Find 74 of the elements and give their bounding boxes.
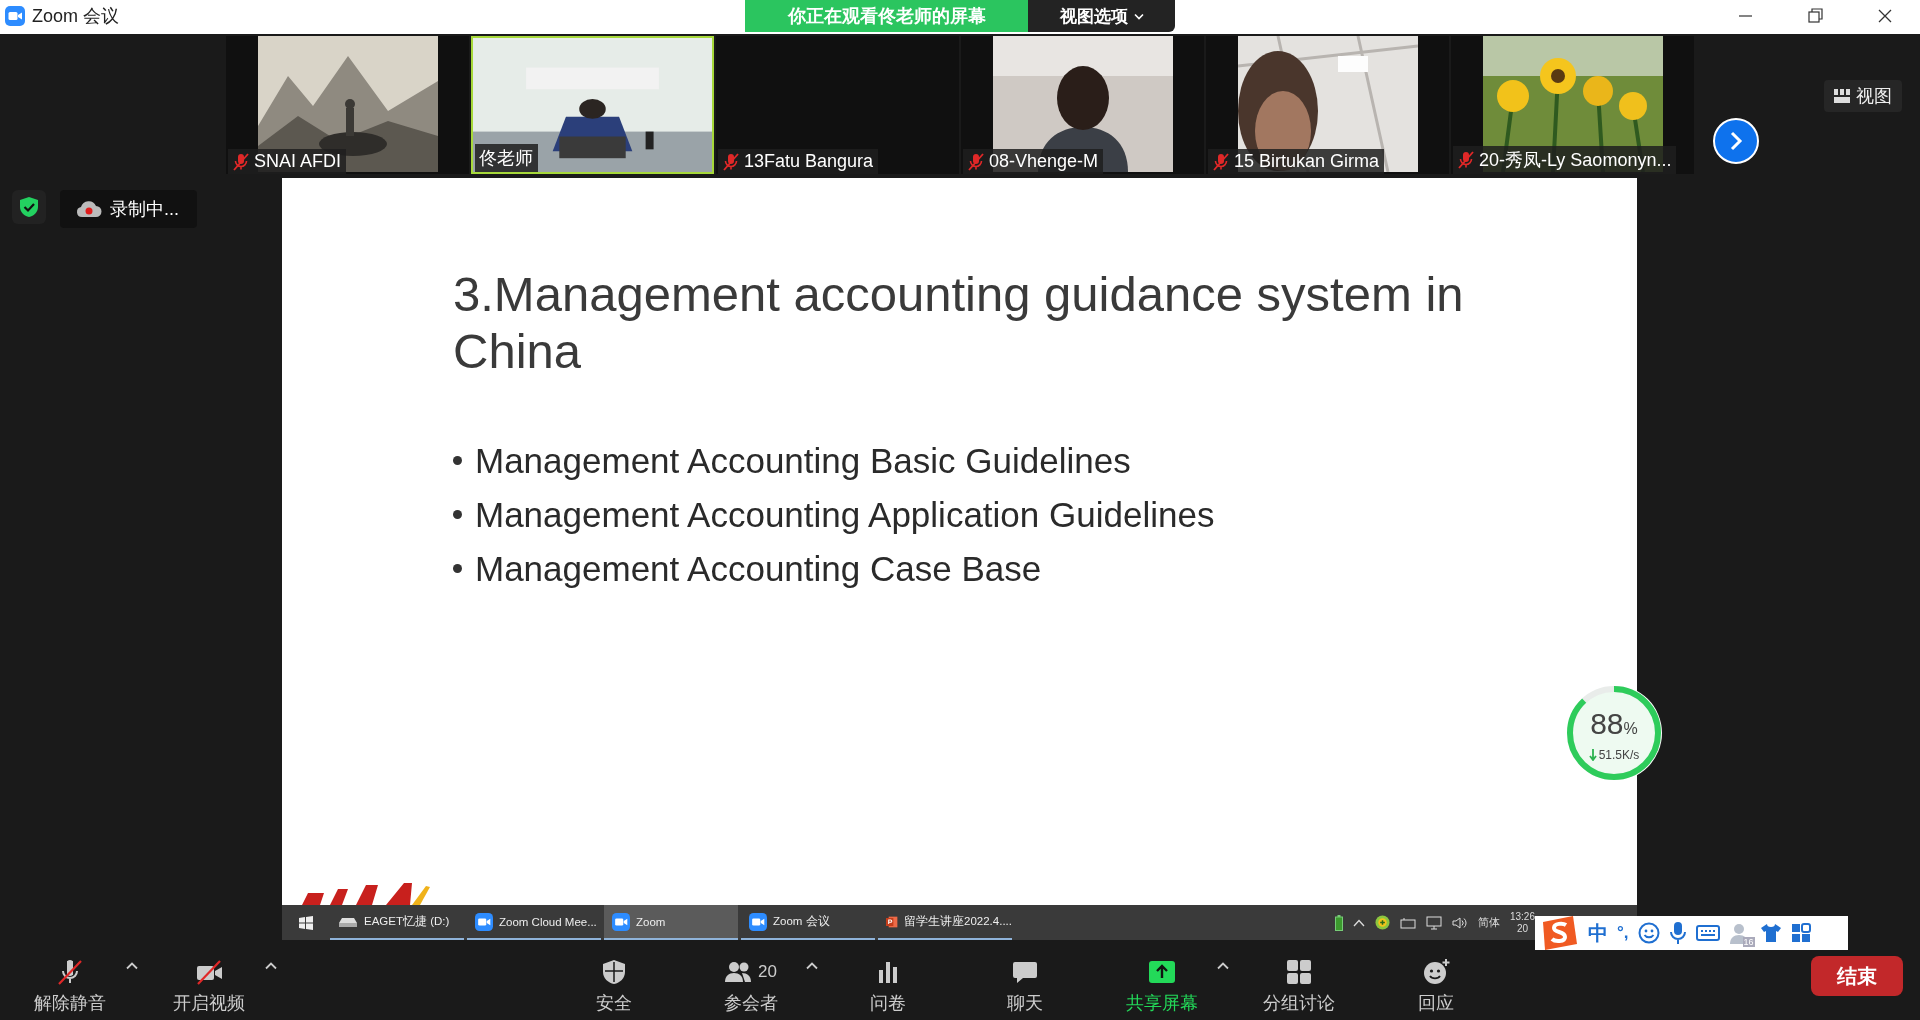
network-icon[interactable] — [1425, 915, 1442, 930]
grid-icon[interactable] — [1790, 923, 1811, 943]
zoom-logo-icon — [5, 6, 25, 26]
toolbar-button[interactable]: 开启视频 — [139, 951, 278, 1019]
bullet-icon — [453, 564, 462, 573]
battery-icon — [1334, 914, 1343, 931]
taskbar-item[interactable]: EAGET忆捷 (D:) — [330, 905, 464, 940]
input-language[interactable]: 简体 — [1477, 915, 1500, 930]
next-page-button[interactable] — [1713, 118, 1759, 164]
speaker-icon[interactable] — [1451, 915, 1468, 930]
punctuation-toggle[interactable]: °, — [1617, 923, 1629, 943]
taskbar-item[interactable]: Zoom 会议 — [741, 905, 875, 940]
bullet-icon — [453, 456, 462, 465]
video-camera-icon — [475, 912, 493, 931]
download-arrow-icon — [1588, 748, 1597, 761]
bullet-text: Management Accounting Case Base — [475, 548, 1042, 590]
toolbar-button[interactable]: 安全 — [545, 951, 682, 1019]
bullet-text: Management Accounting Application Guidelines — [475, 494, 1215, 536]
percent-value: 88 — [1590, 708, 1624, 739]
slide-title: 3.Management accounting guidance system in China — [453, 266, 1465, 380]
chevron-up-icon[interactable] — [1352, 918, 1365, 927]
video-tile[interactable]: 15 Birtukan Girma — [1206, 36, 1449, 174]
window-title: Zoom 会议 — [32, 5, 119, 28]
end-meeting-button[interactable]: 结束 — [1811, 956, 1903, 996]
participant-name: 13Fatu Bangura — [744, 151, 874, 172]
bullet-icon — [453, 510, 462, 519]
caret-icon[interactable] — [265, 961, 277, 970]
video-tile[interactable]: 13Fatu Bangura — [716, 36, 959, 174]
taskbar-item[interactable]: 留学生讲座2022.4.... — [878, 905, 1012, 940]
toolbar-button[interactable]: 问卷 — [819, 951, 956, 1019]
toolbar-button[interactable]: 共享屏幕 — [1093, 951, 1230, 1019]
taskbar-item[interactable]: Zoom — [604, 905, 738, 940]
view-button[interactable]: 视图 — [1824, 80, 1902, 112]
keyboard-icon[interactable] — [1695, 924, 1720, 942]
security-badge[interactable] — [12, 190, 46, 224]
participant-count: 20 — [758, 961, 777, 982]
toolbar-button[interactable]: 分组讨论 — [1230, 951, 1367, 1019]
caret-icon[interactable] — [126, 961, 138, 970]
bullet-text: Management Accounting Basic Guidelines — [475, 440, 1131, 482]
caret-icon[interactable] — [1217, 961, 1229, 970]
video-tile[interactable]: 佟老师 — [471, 36, 714, 174]
user-count-badge: 16 — [1742, 937, 1755, 947]
video-tile[interactable]: SNAI AFDI — [226, 36, 469, 174]
viewing-banner: 你正在观看佟老师的屏幕 — [745, 0, 1028, 32]
toolbar-button[interactable]: 20 参会者 — [682, 951, 819, 1019]
participant-name: 20-秀凤-Ly Saomonyn... — [1479, 149, 1672, 172]
view-options-button[interactable]: 视图选项 — [1028, 0, 1175, 32]
toolbar-button[interactable]: 回应 — [1367, 951, 1504, 1019]
plus-circle-icon[interactable] — [1374, 915, 1390, 930]
microphone-icon[interactable] — [1668, 921, 1687, 945]
windows-start-icon[interactable] — [299, 915, 313, 930]
recording-indicator[interactable]: 录制中... — [60, 190, 197, 228]
shirt-icon[interactable] — [1759, 923, 1782, 943]
device-icon[interactable] — [1399, 916, 1416, 929]
toolbar-button[interactable]: 解除静音 — [0, 951, 139, 1019]
toolbar-button[interactable]: 聊天 — [956, 951, 1093, 1019]
participant-name: SNAI AFDI — [254, 151, 342, 172]
video-tile[interactable]: 08-Vhenge-M — [961, 36, 1204, 174]
caret-icon[interactable] — [806, 961, 818, 970]
video-tile[interactable]: 20-秀凤-Ly Saomonyn... — [1451, 36, 1694, 174]
chinese-mode-toggle[interactable]: 中 — [1588, 919, 1608, 947]
participant-name: 佟老师 — [479, 147, 533, 170]
download-rate: 51.5K/s — [1598, 747, 1640, 762]
clock-time: 13:26 — [1509, 910, 1535, 923]
clock-date: 20 — [1516, 922, 1529, 935]
chevron-down-icon — [1133, 12, 1144, 20]
layout-icon — [1834, 89, 1850, 103]
participant-name: 15 Birtukan Girma — [1234, 151, 1380, 172]
percent-unit: % — [1623, 719, 1638, 739]
video-camera-icon — [749, 912, 767, 931]
smiley-icon[interactable] — [1637, 922, 1660, 944]
taskbar-item[interactable]: Zoom Cloud Mee... — [467, 905, 601, 940]
participant-name: 08-Vhenge-M — [989, 151, 1099, 172]
video-camera-icon — [612, 912, 630, 931]
